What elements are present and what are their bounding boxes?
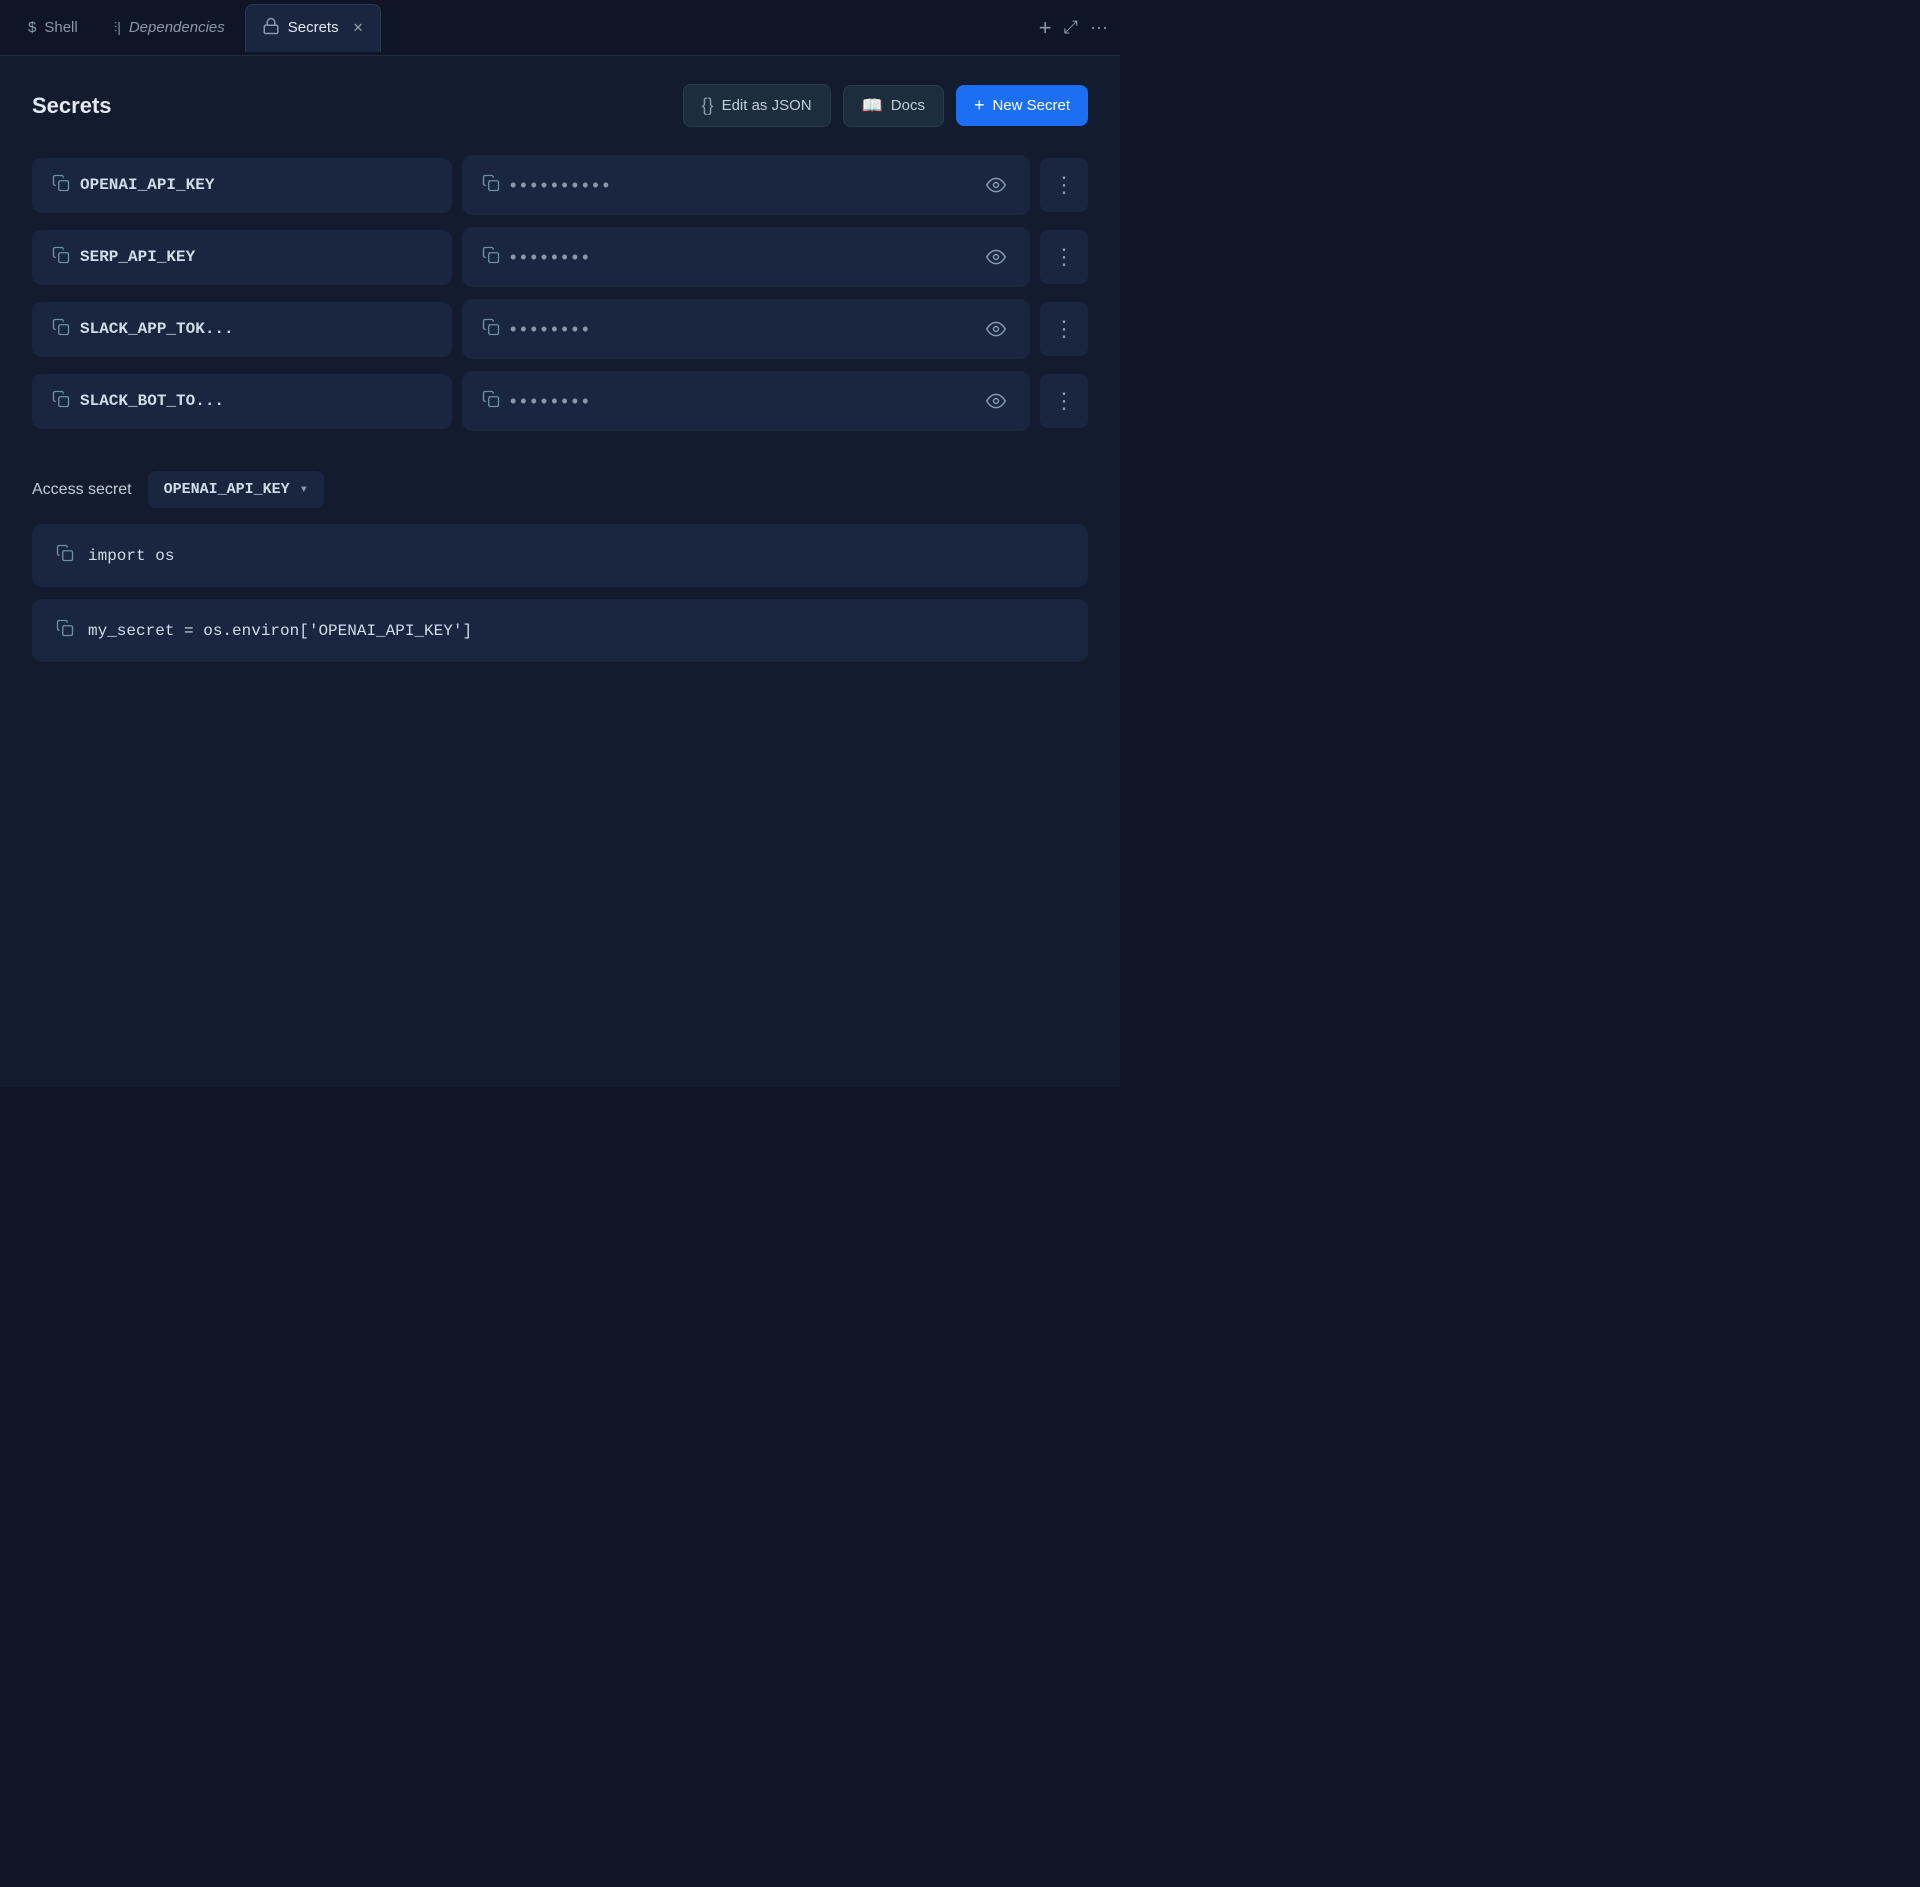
secret-name-cell-1: SERP_API_KEY — [32, 230, 452, 285]
secret-name-cell-0: OPENAI_API_KEY — [32, 158, 452, 213]
toggle-visibility-0[interactable] — [982, 171, 1010, 199]
code-line-0: import os — [88, 547, 174, 565]
code-block-1: my_secret = os.environ['OPENAI_API_KEY'] — [32, 599, 1088, 662]
more-menu-3[interactable]: ⋮ — [1040, 374, 1088, 428]
tab-secrets[interactable]: Secrets ✕ — [245, 4, 381, 52]
secret-name-cell-3: SLACK_BOT_TO... — [32, 374, 452, 429]
table-row: SLACK_BOT_TO... •••••••• ⋮ — [32, 371, 1088, 431]
toggle-visibility-3[interactable] — [982, 387, 1010, 415]
copy-code-icon-1[interactable] — [56, 619, 74, 642]
tab-shell[interactable]: $ Shell — [12, 4, 94, 52]
tab-secrets-label: Secrets — [288, 19, 339, 36]
secret-value-cell-3: •••••••• — [462, 371, 1030, 431]
book-icon: 📖 — [862, 96, 883, 116]
secrets-list: OPENAI_API_KEY •••••••••• ⋮ — [32, 155, 1088, 431]
access-label: Access secret — [32, 481, 132, 499]
main-content: Secrets {} Edit as JSON 📖 Docs + New Sec… — [0, 56, 1120, 1087]
secret-name-3: SLACK_BOT_TO... — [80, 392, 224, 410]
access-secret-select[interactable]: OPENAI_API_KEY ▾ — [148, 471, 324, 508]
secret-value-3: •••••••• — [510, 391, 972, 412]
copy-value-icon-1[interactable] — [482, 244, 500, 270]
copy-name-icon-2[interactable] — [52, 318, 70, 341]
copy-code-icon-0[interactable] — [56, 544, 74, 567]
page-header: Secrets {} Edit as JSON 📖 Docs + New Sec… — [32, 84, 1088, 127]
edit-json-button[interactable]: {} Edit as JSON — [683, 84, 831, 127]
expand-button[interactable]: ⤢ — [1064, 17, 1078, 38]
secret-value-cell-1: •••••••• — [462, 227, 1030, 287]
page-title: Secrets — [32, 93, 112, 119]
secret-value-cell-2: •••••••• — [462, 299, 1030, 359]
tab-bar-actions: + ⤢ ··· — [1039, 15, 1108, 41]
copy-name-icon-3[interactable] — [52, 390, 70, 413]
header-actions: {} Edit as JSON 📖 Docs + New Secret — [683, 84, 1088, 127]
plus-icon: + — [974, 95, 985, 116]
copy-value-icon-2[interactable] — [482, 316, 500, 342]
tab-bar: $ Shell ⫶| Dependencies Secrets ✕ + ⤢ ··… — [0, 0, 1120, 56]
selected-secret-label: OPENAI_API_KEY — [164, 481, 290, 498]
access-section: Access secret OPENAI_API_KEY ▾ import os — [32, 471, 1088, 662]
toggle-visibility-2[interactable] — [982, 315, 1010, 343]
curly-braces-icon: {} — [702, 95, 714, 116]
terminal-icon: $ — [28, 19, 36, 36]
new-secret-label: New Secret — [992, 97, 1070, 114]
secret-value-0: •••••••••• — [510, 175, 972, 196]
copy-name-icon-1[interactable] — [52, 246, 70, 269]
more-menu-1[interactable]: ⋮ — [1040, 230, 1088, 284]
secret-name-0: OPENAI_API_KEY — [80, 176, 214, 194]
deps-icon: ⫶| — [114, 19, 121, 36]
secret-value-cell-0: •••••••••• — [462, 155, 1030, 215]
docs-button[interactable]: 📖 Docs — [843, 85, 944, 127]
code-block-0: import os — [32, 524, 1088, 587]
table-row: SERP_API_KEY •••••••• ⋮ — [32, 227, 1088, 287]
table-row: SLACK_APP_TOK... •••••••• ⋮ — [32, 299, 1088, 359]
add-tab-button[interactable]: + — [1039, 15, 1052, 41]
toggle-visibility-1[interactable] — [982, 243, 1010, 271]
more-menu-0[interactable]: ⋮ — [1040, 158, 1088, 212]
tab-close-icon[interactable]: ✕ — [353, 20, 364, 36]
more-menu-2[interactable]: ⋮ — [1040, 302, 1088, 356]
access-label-row: Access secret OPENAI_API_KEY ▾ — [32, 471, 1088, 508]
secret-value-1: •••••••• — [510, 247, 972, 268]
code-line-1: my_secret = os.environ['OPENAI_API_KEY'] — [88, 622, 472, 640]
tab-shell-label: Shell — [44, 19, 77, 36]
new-secret-button[interactable]: + New Secret — [956, 85, 1088, 126]
tab-dependencies[interactable]: ⫶| Dependencies — [98, 4, 241, 52]
secret-name-1: SERP_API_KEY — [80, 248, 195, 266]
copy-value-icon-0[interactable] — [482, 172, 500, 198]
table-row: OPENAI_API_KEY •••••••••• ⋮ — [32, 155, 1088, 215]
secret-name-cell-2: SLACK_APP_TOK... — [32, 302, 452, 357]
more-tabs-button[interactable]: ··· — [1090, 17, 1108, 38]
chevron-down-icon: ▾ — [300, 481, 308, 498]
docs-label: Docs — [891, 97, 925, 114]
copy-value-icon-3[interactable] — [482, 388, 500, 414]
secret-value-2: •••••••• — [510, 319, 972, 340]
copy-name-icon-0[interactable] — [52, 174, 70, 197]
secret-name-2: SLACK_APP_TOK... — [80, 320, 234, 338]
edit-json-label: Edit as JSON — [722, 97, 812, 114]
lock-icon — [262, 17, 280, 39]
tab-dependencies-label: Dependencies — [129, 19, 225, 36]
